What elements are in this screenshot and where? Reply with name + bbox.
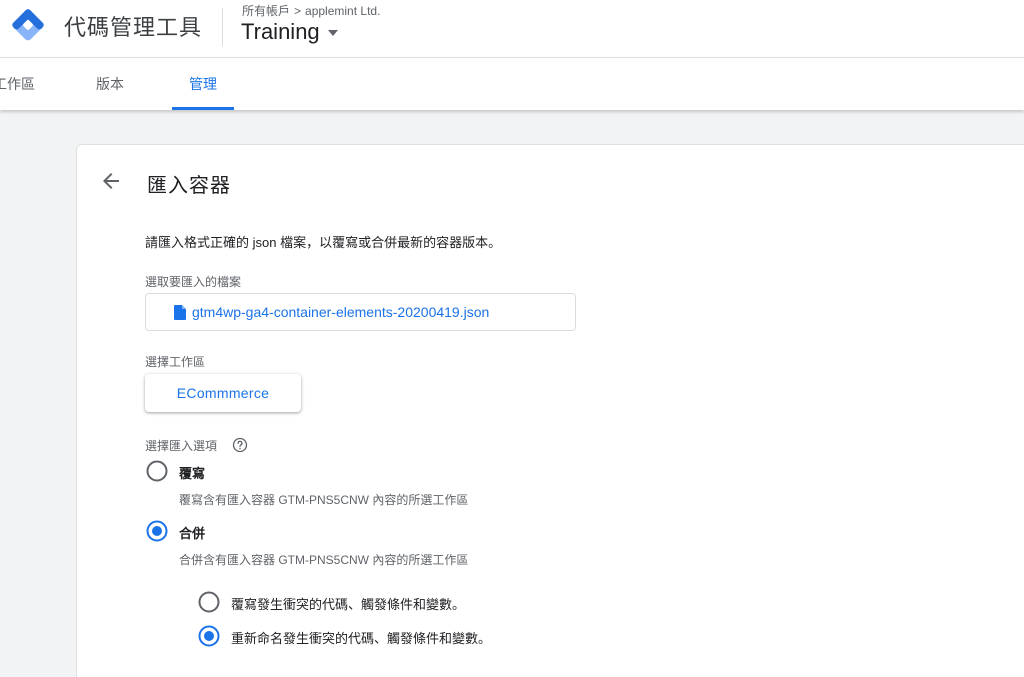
container-selector[interactable]: Training: [241, 19, 338, 45]
import-option-label: 選擇匯入選項: [145, 439, 218, 453]
breadcrumb-all-accounts[interactable]: 所有帳戶: [242, 4, 290, 18]
merge-overwrite-conflicts-label[interactable]: 覆寫發生衝突的代碼、觸發條件和變數。: [231, 594, 465, 613]
merge-rename-conflicts-label[interactable]: 重新命名發生衝突的代碼、觸發條件和變數。: [231, 628, 491, 647]
back-arrow-icon[interactable]: [99, 169, 123, 193]
merge-overwrite-conflicts-radio[interactable]: [198, 591, 220, 613]
tab-versions[interactable]: 版本: [82, 58, 138, 110]
top-bar: 代碼管理工具 所有帳戶 > applemint Ltd. Training: [0, 0, 1024, 58]
container-name: Training: [241, 19, 320, 44]
app-root: 代碼管理工具 所有帳戶 >applemint Ltd. Training 工作區 …: [0, 0, 1024, 677]
breadcrumb-separator: >: [294, 4, 302, 18]
merge-radio[interactable]: [146, 520, 168, 542]
file-select-box[interactable]: gtm4wp-ga4-container-elements-20200419.j…: [145, 293, 576, 331]
help-icon[interactable]: [232, 437, 248, 453]
product-name[interactable]: 代碼管理工具: [64, 10, 202, 42]
overwrite-label[interactable]: 覆寫: [179, 463, 205, 482]
file-field-label: 選取要匯入的檔案: [145, 275, 242, 289]
import-container-card: 匯入容器 請匯入格式正確的 json 檔案，以覆寫或合併最新的容器版本。 選取要…: [76, 144, 1024, 677]
merge-rename-conflicts-radio[interactable]: [198, 625, 220, 647]
gtm-logo-icon: [12, 9, 44, 41]
workspace-select-button[interactable]: ECommmerce: [145, 374, 301, 412]
overwrite-description: 覆寫含有匯入容器 GTM-PNS5CNW 內容的所選工作區: [179, 493, 469, 507]
breadcrumb-account[interactable]: applemint Ltd.: [305, 4, 380, 18]
overwrite-radio[interactable]: [146, 460, 168, 482]
header-divider: [222, 8, 223, 46]
merge-label[interactable]: 合併: [179, 523, 205, 542]
tab-admin[interactable]: 管理: [172, 58, 234, 110]
workspace-field-label: 選擇工作區: [145, 355, 206, 369]
intro-text: 請匯入格式正確的 json 檔案，以覆寫或合併最新的容器版本。: [145, 235, 502, 250]
merge-description: 合併含有匯入容器 GTM-PNS5CNW 內容的所選工作區: [179, 553, 469, 567]
page-title: 匯入容器: [147, 175, 231, 197]
tab-workspace[interactable]: 工作區: [0, 58, 42, 110]
caret-down-icon: [327, 30, 338, 36]
tab-bar: 工作區 版本 管理: [0, 58, 1024, 110]
file-icon: [174, 305, 186, 320]
breadcrumb[interactable]: 所有帳戶 > applemint Ltd.: [242, 2, 380, 19]
file-name: gtm4wp-ga4-container-elements-20200419.j…: [192, 304, 490, 320]
